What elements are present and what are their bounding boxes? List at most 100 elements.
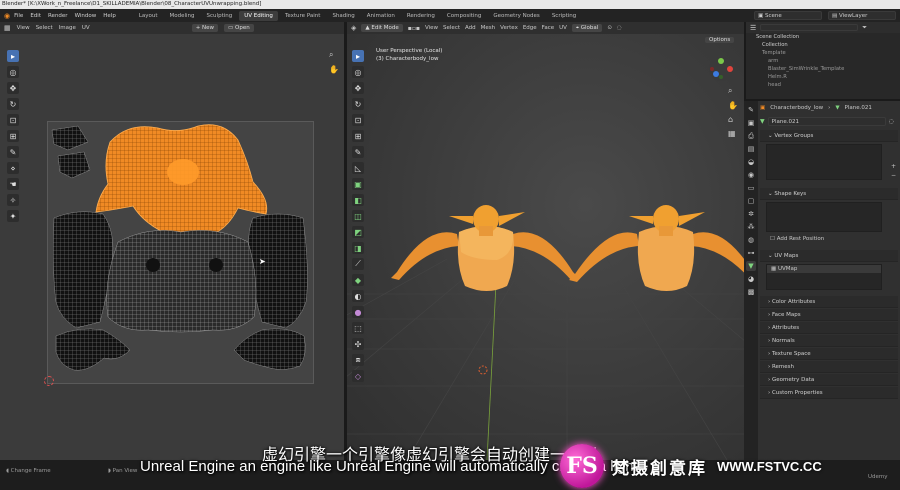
tab-geometry-nodes[interactable]: Geometry Nodes [488, 11, 544, 21]
vp-menu-add[interactable]: Add [465, 25, 476, 31]
mode-selector[interactable]: ▲ Edit Mode [361, 24, 403, 32]
rip-tool-icon[interactable]: ⋄ [7, 162, 19, 174]
bevel-tool-icon[interactable]: ◩ [352, 226, 364, 238]
extrude-tool-icon[interactable]: ◧ [352, 194, 364, 206]
object-tab-icon[interactable]: ▢ [746, 196, 756, 206]
pan-3d-icon[interactable]: ✋ [728, 101, 738, 110]
panel-texture-space[interactable]: › Texture Space [760, 348, 898, 360]
relax-tool-icon[interactable]: ✧ [7, 194, 19, 206]
transform-3d-tool-icon[interactable]: ⊞ [352, 130, 364, 142]
new-image-button[interactable]: + New [191, 24, 219, 32]
cursor-3d-tool-icon[interactable]: ◎ [352, 66, 364, 78]
orientation-selector[interactable]: ⌖ Global [571, 24, 603, 32]
2d-cursor-icon[interactable] [44, 376, 54, 386]
mesh-data-name-field[interactable]: Plane.021 [767, 117, 886, 126]
panel-geometry-data[interactable]: › Geometry Data [760, 374, 898, 386]
physics-tab-icon[interactable]: ◍ [746, 235, 756, 245]
vp-menu-face[interactable]: Face [542, 25, 554, 31]
vp-menu-select[interactable]: Select [443, 25, 460, 31]
shape-keys-list[interactable] [766, 202, 882, 232]
pinch-tool-icon[interactable]: ✦ [7, 210, 19, 222]
outliner-row[interactable]: head [746, 81, 900, 89]
tab-sculpting[interactable]: Sculpting [202, 11, 238, 21]
vp-menu-edge[interactable]: Edge [523, 25, 537, 31]
cursor-tool-icon[interactable]: ◎ [7, 66, 19, 78]
rotate-tool-icon[interactable]: ↻ [7, 98, 19, 110]
outliner-search[interactable] [760, 24, 859, 31]
edge-slide-tool-icon[interactable]: ⬚ [352, 322, 364, 334]
scene-tab-icon[interactable]: ◒ [746, 157, 756, 167]
loop-cut-tool-icon[interactable]: ◨ [352, 242, 364, 254]
editor-type-icon[interactable]: ▦ [4, 24, 11, 32]
tool-tab-icon[interactable]: ✎ [746, 105, 756, 115]
scale-tool-icon[interactable]: ⊡ [7, 114, 19, 126]
outliner-row[interactable]: Scene Collection [746, 33, 900, 41]
tab-texture-paint[interactable]: Texture Paint [280, 11, 326, 21]
inset-tool-icon[interactable]: ◫ [352, 210, 364, 222]
options-button[interactable]: Options [705, 36, 735, 44]
select-box-tool-icon[interactable]: ▸ [7, 50, 19, 62]
tab-rendering[interactable]: Rendering [402, 11, 440, 21]
pan-hand-icon[interactable]: ✋ [329, 65, 339, 74]
menu-window[interactable]: Window [75, 13, 97, 19]
scene-selector[interactable]: ▣ Scene [754, 11, 822, 20]
rip-3d-tool-icon[interactable]: ◇ [352, 370, 364, 382]
vertex-groups-header[interactable]: ⌄ Vertex Groups [760, 130, 898, 142]
vp-menu-vertex[interactable]: Vertex [500, 25, 518, 31]
panel-attributes[interactable]: › Attributes [760, 322, 898, 334]
poly-build-tool-icon[interactable]: ◆ [352, 274, 364, 286]
fake-user-icon[interactable]: ◌ [889, 118, 894, 125]
uv-menu-image[interactable]: Image [59, 25, 76, 31]
tab-scripting[interactable]: Scripting [547, 11, 581, 21]
vp-menu-mesh[interactable]: Mesh [481, 25, 495, 31]
move-tool-icon[interactable]: ✥ [7, 82, 19, 94]
collection-tab-icon[interactable]: ▭ [746, 183, 756, 193]
shape-keys-header[interactable]: ⌄ Shape Keys [760, 188, 898, 200]
outliner-row[interactable]: Collection [746, 41, 900, 49]
outliner-type-icon[interactable]: ☰ [750, 24, 756, 32]
select-mode-icons[interactable]: ▪▫▪ [408, 25, 420, 32]
mesh-data-tab-icon[interactable]: ▼ [746, 261, 756, 271]
annotate-3d-tool-icon[interactable]: ✎ [352, 146, 364, 158]
tab-animation[interactable]: Animation [362, 11, 400, 21]
perspective-toggle-icon[interactable]: ▦ [728, 129, 738, 138]
knife-tool-icon[interactable]: ⟋ [352, 258, 364, 270]
editor-type-3d-icon[interactable]: ◈ [351, 24, 356, 32]
smooth-tool-icon[interactable]: ● [352, 306, 364, 318]
add-rest-position-checkbox[interactable]: ☐ Add Rest Position [760, 234, 898, 244]
outliner-row[interactable]: Helm.R [746, 73, 900, 81]
material-tab-icon[interactable]: ◕ [746, 274, 756, 284]
world-tab-icon[interactable]: ◉ [746, 170, 756, 180]
shear-tool-icon[interactable]: ⧈ [352, 354, 364, 366]
particles-tab-icon[interactable]: ⁂ [746, 222, 756, 232]
rotate-3d-tool-icon[interactable]: ↻ [352, 98, 364, 110]
uv-menu-uv[interactable]: UV [82, 25, 90, 31]
move-3d-tool-icon[interactable]: ✥ [352, 82, 364, 94]
transform-tool-icon[interactable]: ⊞ [7, 130, 19, 142]
render-tab-icon[interactable]: ▣ [746, 118, 756, 128]
filter-icon[interactable]: ⏷ [862, 24, 867, 32]
zoom-icon[interactable]: ⌕ [329, 50, 339, 60]
proportional-edit-icon[interactable]: ◌ [617, 25, 622, 31]
tab-layout[interactable]: Layout [134, 11, 163, 21]
add-vertex-group-icon[interactable]: + [891, 163, 896, 170]
spin-tool-icon[interactable]: ◐ [352, 290, 364, 302]
view-layer-tab-icon[interactable]: ▤ [746, 144, 756, 154]
outliner-row[interactable]: arm [746, 57, 900, 65]
measure-tool-icon[interactable]: ◺ [352, 162, 364, 174]
snap-icon[interactable]: ⊙ [607, 25, 612, 31]
zoom-3d-icon[interactable]: ⌕ [728, 86, 738, 96]
uv-menu-select[interactable]: Select [36, 25, 53, 31]
outliner[interactable]: ☰ ⏷ Scene Collection Collection Template… [744, 22, 900, 99]
vp-menu-uv[interactable]: UV [559, 25, 567, 31]
texture-tab-icon[interactable]: ▩ [746, 287, 756, 297]
shrink-tool-icon[interactable]: ✣ [352, 338, 364, 350]
menu-edit[interactable]: Edit [30, 13, 41, 19]
camera-view-icon[interactable]: ⌂ [728, 115, 738, 124]
annotate-tool-icon[interactable]: ✎ [7, 146, 19, 158]
panel-custom-properties[interactable]: › Custom Properties [760, 387, 898, 399]
3d-viewport[interactable] [347, 34, 744, 460]
uv-maps-list[interactable]: ▦ UVMap [766, 264, 882, 290]
view-layer-selector[interactable]: ▤ ViewLayer [828, 11, 896, 20]
add-cube-tool-icon[interactable]: ▣ [352, 178, 364, 190]
